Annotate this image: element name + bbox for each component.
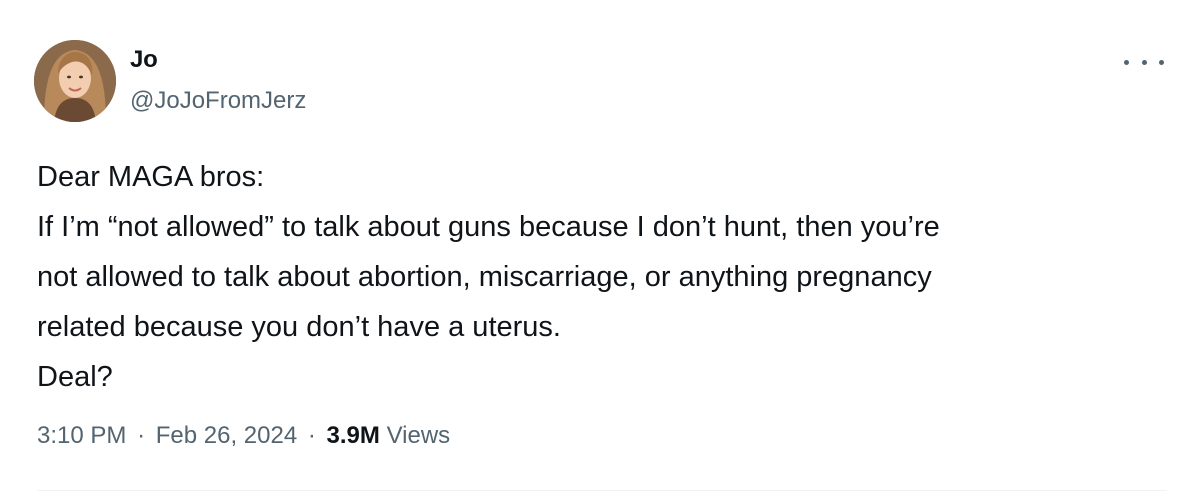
avatar[interactable] [34, 40, 116, 122]
tweet-text-line: not allowed to talk about abortion, misc… [37, 261, 932, 293]
views-label: Views [386, 422, 451, 449]
tweet-text: Dear MAGA bros: If I’m “not allowed” to … [37, 152, 1167, 402]
tweet-text-line: If I’m “not allowed” to talk about guns … [37, 211, 940, 243]
meta-separator: · [307, 422, 316, 449]
author-handle[interactable]: @JoJoFromJerz [130, 87, 306, 115]
views-count: 3.9M [326, 422, 380, 449]
tweet-card: Jo @JoJoFromJerz Dear MAGA bros: If I’m … [0, 0, 1200, 496]
tweet-text-line: related because you don’t have a uterus. [37, 311, 561, 343]
divider [37, 490, 1167, 491]
tweet-text-line: Dear MAGA bros: [37, 161, 265, 193]
more-dot [1124, 59, 1129, 65]
tweet-date[interactable]: Feb 26, 2024 [156, 422, 297, 449]
avatar-image [34, 40, 116, 122]
more-horizontal-icon[interactable] [1124, 52, 1164, 72]
tweet-text-line: Deal? [37, 361, 113, 393]
author-name[interactable]: Jo [130, 46, 158, 74]
more-dot [1159, 59, 1164, 65]
tweet-time[interactable]: 3:10 PM [37, 422, 126, 449]
meta-separator: · [137, 422, 146, 449]
tweet-meta: 3:10 PM · Feb 26, 2024 · 3.9M Views [37, 422, 450, 450]
more-dot [1141, 59, 1147, 65]
